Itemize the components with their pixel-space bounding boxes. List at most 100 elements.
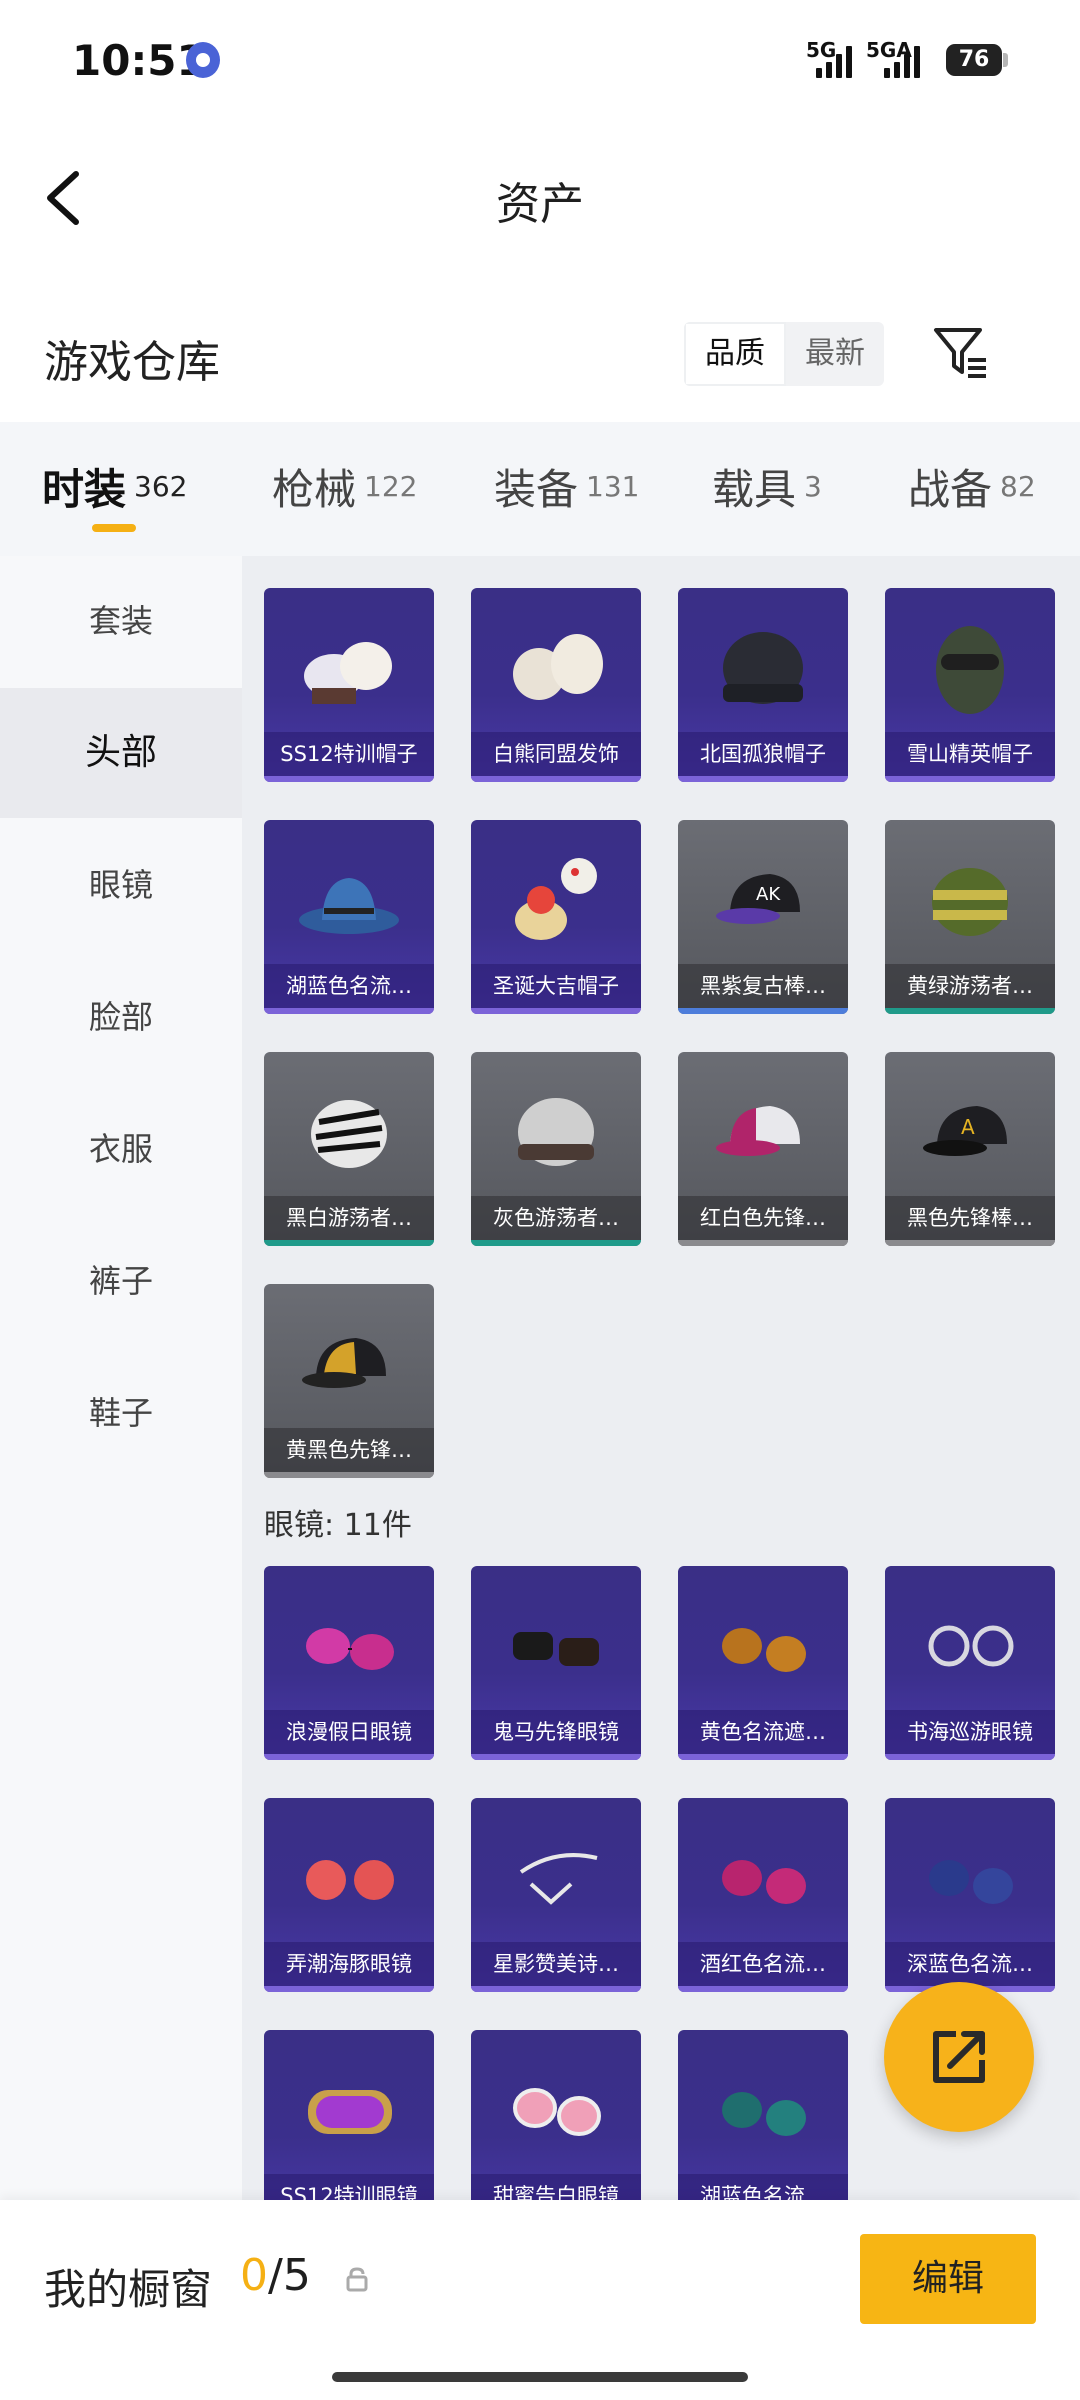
- item-name: 湖蓝色名流…: [678, 2174, 848, 2200]
- item-name: 黑白游荡者…: [264, 1196, 434, 1240]
- battery-tip: [1003, 53, 1008, 67]
- item-card[interactable]: 酒红色名流…: [678, 1798, 848, 1992]
- tab-vehicles[interactable]: 载具 3: [712, 456, 822, 517]
- sidebar-item-clothes[interactable]: 衣服: [0, 1084, 242, 1214]
- glasses-icon: [722, 1860, 806, 1904]
- tab-supplies[interactable]: 战备 82: [908, 456, 1036, 517]
- status-bar: 10:51 5G 5GA 76: [0, 0, 1080, 120]
- item-name: 灰色游荡者…: [471, 1196, 641, 1240]
- item-card[interactable]: 湖蓝色名流…: [264, 820, 434, 1014]
- item-card[interactable]: 黄色名流遮…: [678, 1566, 848, 1760]
- sidebar-item-glasses[interactable]: 眼镜: [0, 820, 242, 950]
- rarity-stripe: [885, 1008, 1055, 1014]
- sidebar-item-head[interactable]: 头部: [0, 688, 242, 818]
- filter-button[interactable]: [930, 320, 990, 384]
- item-card[interactable]: 雪山精英帽子: [885, 588, 1055, 782]
- item-card[interactable]: A 黑色先锋棒…: [885, 1052, 1055, 1246]
- tab-active-indicator: [92, 524, 136, 532]
- goggles-icon: [308, 2090, 392, 2134]
- item-card[interactable]: 浪漫假日眼镜: [264, 1566, 434, 1760]
- tab-guns[interactable]: 枪械 122: [272, 456, 417, 517]
- helmet-icon: [936, 626, 1004, 714]
- item-card[interactable]: 白熊同盟发饰: [471, 588, 641, 782]
- showcase-current: 0: [240, 2250, 268, 2301]
- rarity-stripe: [471, 1008, 641, 1014]
- item-card[interactable]: 鬼马先锋眼镜: [471, 1566, 641, 1760]
- sidebar-item-face[interactable]: 脸部: [0, 952, 242, 1082]
- item-card[interactable]: 深蓝色名流…: [885, 1798, 1055, 1992]
- back-arrow-icon: [47, 171, 79, 225]
- sidebar-item-outfit[interactable]: 套装: [0, 556, 242, 686]
- item-name: 黄绿游荡者…: [885, 964, 1055, 1008]
- item-name: 圣诞大吉帽子: [471, 964, 641, 1008]
- red-white-cap-icon: [716, 1106, 800, 1156]
- item-card[interactable]: 黄黑色先锋…: [264, 1284, 434, 1478]
- item-name: 鬼马先锋眼镜: [471, 1710, 641, 1754]
- tab-count: 3: [804, 470, 822, 503]
- item-card[interactable]: 北国孤狼帽子: [678, 588, 848, 782]
- rarity-stripe: [471, 1986, 641, 1992]
- tab-count: 131: [586, 470, 640, 503]
- item-name: 弄潮海豚眼镜: [264, 1942, 434, 1986]
- item-card[interactable]: 黑白游荡者…: [264, 1052, 434, 1246]
- item-name: 红白色先锋…: [678, 1196, 848, 1240]
- sort-option-quality[interactable]: 品质: [684, 322, 786, 386]
- item-card[interactable]: 甜蜜告白眼镜: [471, 2030, 641, 2200]
- item-card[interactable]: 弄潮海豚眼镜: [264, 1798, 434, 1992]
- item-card[interactable]: 星影赞美诗…: [471, 1798, 641, 1992]
- item-card[interactable]: 书海巡游眼镜: [885, 1566, 1055, 1760]
- item-card[interactable]: 圣诞大吉帽子: [471, 820, 641, 1014]
- rarity-stripe: [678, 1754, 848, 1760]
- item-name: 黄黑色先锋…: [264, 1428, 434, 1472]
- beanie-icon: [723, 632, 803, 704]
- svg-text:AK: AK: [756, 884, 781, 905]
- rarity-stripe: [678, 1008, 848, 1014]
- tab-equipment[interactable]: 装备 131: [494, 456, 639, 517]
- item-name: 黑紫复古棒…: [678, 964, 848, 1008]
- edit-button[interactable]: 编辑: [860, 2234, 1036, 2324]
- item-card[interactable]: 灰色游荡者…: [471, 1052, 641, 1246]
- item-name: 甜蜜告白眼镜: [471, 2174, 641, 2200]
- rarity-stripe: [678, 1240, 848, 1246]
- tab-fashion[interactable]: 时装 362: [42, 456, 187, 517]
- rarity-stripe: [471, 1754, 641, 1760]
- item-name: 黑色先锋棒…: [885, 1196, 1055, 1240]
- glasses-icon: [306, 1628, 394, 1670]
- glasses-icon: [929, 1860, 1013, 1904]
- striped-beanie-icon: [932, 868, 1008, 936]
- item-name: 书海巡游眼镜: [885, 1710, 1055, 1754]
- item-card[interactable]: SS12特训帽子: [264, 588, 434, 782]
- item-name: 星影赞美诗…: [471, 1942, 641, 1986]
- fedora-icon: [299, 878, 399, 934]
- item-card[interactable]: 红白色先锋…: [678, 1052, 848, 1246]
- tab-label: 载具: [712, 465, 797, 514]
- rarity-stripe: [678, 1986, 848, 1992]
- glasses-icon: [513, 1632, 599, 1666]
- rarity-stripe: [264, 1240, 434, 1246]
- item-card[interactable]: SS12特训眼镜: [264, 2030, 434, 2200]
- yellow-black-cap-icon: [302, 1338, 386, 1388]
- item-name: 黄色名流遮…: [678, 1710, 848, 1754]
- tab-label: 战备: [908, 465, 993, 514]
- sidebar-item-shoes[interactable]: 鞋子: [0, 1348, 242, 1478]
- item-card[interactable]: 黄绿游荡者…: [885, 820, 1055, 1014]
- baseball-cap-icon: AK: [716, 874, 800, 924]
- share-export-icon: [933, 2031, 985, 2083]
- sidebar-item-pants[interactable]: 裤子: [0, 1216, 242, 1346]
- rarity-stripe: [264, 776, 434, 782]
- tab-label: 枪械: [272, 465, 357, 514]
- home-indicator: [332, 2372, 748, 2382]
- item-name: 湖蓝色名流…: [264, 964, 434, 1008]
- back-button[interactable]: [40, 168, 100, 228]
- share-button[interactable]: [884, 1982, 1034, 2132]
- item-card[interactable]: AK 黑紫复古棒…: [678, 820, 848, 1014]
- glasses-icon: [722, 2092, 806, 2136]
- showcase-total: /5: [268, 2250, 311, 2301]
- filter-icon: [934, 328, 986, 378]
- battery-icon: 76: [946, 44, 1002, 76]
- item-card[interactable]: 湖蓝色名流…: [678, 2030, 848, 2200]
- rarity-stripe: [471, 776, 641, 782]
- sort-option-newest[interactable]: 最新: [786, 322, 884, 386]
- glasses-icon: [722, 1628, 806, 1672]
- section-title: 游戏仓库: [44, 337, 220, 388]
